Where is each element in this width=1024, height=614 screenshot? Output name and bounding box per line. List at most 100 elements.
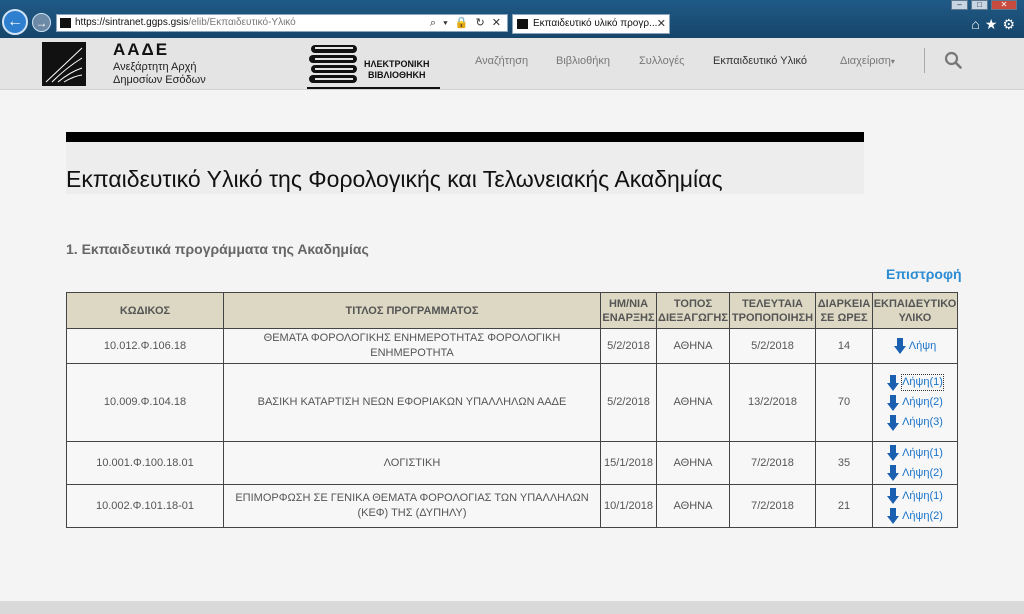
url-path: /elib/Εκπαιδευτικό-Υλικό: [188, 17, 296, 28]
programs-table: ΚΩΔΙΚΟΣ ΤΙΤΛΟΣ ΠΡΟΓΡΑΜΜΑΤΟΣ ΗΜ/ΝΙΑ ΕΝΑΡΞΗΣ Τ…: [66, 292, 958, 528]
cell-code: 10.012.Φ.106.18: [66, 328, 224, 364]
table-row: 10.002.Φ.101.18-01 ΕΠΙΜΟΡΦΩΣΗ ΣΕ ΓΕΝΙΚΑ Θ…: [66, 484, 958, 528]
nav-educational-material[interactable]: Εκπαιδευτικό Υλικό: [713, 55, 807, 67]
home-icon[interactable]: ⌂: [971, 16, 984, 32]
table-row: 10.001.Φ.100.18.01 ΛΟΓΙΣΤΙΚΗ 15/1/2018 ΑΘΗΝ…: [66, 441, 958, 485]
org-name: ΑΑΔΕ: [113, 40, 170, 59]
url-host: https://sintranet.ggps.gsis: [75, 17, 189, 28]
download-link[interactable]: Λήψη(2): [873, 506, 957, 526]
nav-library[interactable]: Βιβλιοθήκη: [556, 55, 610, 67]
cell-downloads: Λήψη(1) Λήψη(2): [872, 484, 958, 528]
download-link[interactable]: Λήψη(1): [873, 486, 957, 506]
table-row: 10.012.Φ.106.18 ΘΕΜΑΤΑ ΦΟΡΟΛΟΓΙΚΗΣ ΕΝΗΜΕΡ…: [66, 328, 958, 364]
download-link[interactable]: Λήψη(3): [873, 413, 957, 433]
table-row: 10.009.Φ.104.18 ΒΑΣΙΚΗ ΚΑΤΑΡΤΙΣΗ ΝΕΩΝ ΕΦΟ…: [66, 363, 958, 442]
download-arrow-icon: [887, 465, 900, 481]
maximize-icon[interactable]: □: [971, 0, 988, 10]
download-label: Λήψη: [908, 339, 937, 352]
minimize-icon[interactable]: –: [951, 0, 968, 10]
browser-chrome: ← → https://sintranet.ggps.gsis/elib/Εκπ…: [0, 0, 1024, 38]
title-line: (ΚΕΦ) ΤΗΣ (ΔΥΠΗΛΥ): [357, 507, 467, 519]
column-header-line: ΣΕ ΩΡΕΣ: [820, 311, 868, 324]
download-label: Λήψη(2): [902, 509, 943, 522]
cell-last-modified: 13/2/2018: [729, 363, 816, 442]
browser-tab[interactable]: Εκπαιδευτικό υλικό προγρ... ✕: [512, 14, 670, 34]
cell-code: 10.002.Φ.101.18-01: [66, 484, 224, 528]
download-arrow-icon: [887, 488, 900, 504]
cell-title: ΒΑΣΙΚΗ ΚΑΤΑΡΤΙΣΗ ΝΕΩΝ ΕΦΟΡΙΑΚΩΝ ΥΠΑΛΛΗΛΩ…: [223, 363, 601, 442]
library-logo[interactable]: ΗΛΕΚΤΡΟΝΙΚΗ ΒΙΒΛΙΟΘΗΚΗ: [307, 41, 442, 89]
cell-start-date: 5/2/2018: [600, 328, 657, 364]
title-line: ΛΟΓΙΣΤΙΚΗ: [383, 456, 441, 469]
cell-place: ΑΘΗΝΑ: [656, 484, 730, 528]
org-subtitle: Ανεξάρτητη Αρχή Δημοσίων Εσόδων: [113, 61, 206, 87]
cell-downloads: Λήψη(1) Λήψη(2) Λήψη(3): [872, 363, 958, 442]
column-header: ΤΙΤΛΟΣ ΠΡΟΓΡΑΜΜΑΤΟΣ: [223, 292, 601, 329]
column-header-line: ΕΝΑΡΞΗΣ: [602, 311, 655, 324]
books-icon: [309, 45, 357, 83]
cell-last-modified: 5/2/2018: [729, 328, 816, 364]
nav-search[interactable]: Αναζήτηση: [475, 55, 528, 67]
browser-toolbar-icons: ⌂★⚙: [971, 16, 1020, 33]
cell-hours: 35: [815, 441, 873, 485]
nav-administration[interactable]: Διαχείριση▾: [840, 55, 895, 67]
page-title: Εκπαιδευτικό Υλικό της Φορολογικής και Τ…: [66, 166, 723, 192]
star-icon[interactable]: ★: [985, 16, 1003, 32]
download-link[interactable]: Λήψη(2): [873, 393, 957, 413]
cell-hours: 21: [815, 484, 873, 528]
library-logo-underline: [307, 87, 440, 89]
cell-downloads: Λήψη: [872, 328, 958, 364]
title-line: ΒΑΣΙΚΗ ΚΑΤΑΡΤΙΣΗ ΝΕΩΝ ΕΦΟΡΙΑΚΩΝ ΥΠΑΛΛΗΛΩ…: [257, 396, 567, 408]
download-label: Λήψη(1): [902, 489, 943, 502]
column-header-line: ΤΕΛΕΥΤΑΙΑ: [742, 297, 803, 310]
download-label: Λήψη(3): [902, 416, 943, 428]
tab-title: Εκπαιδευτικό υλικό προγρ...: [533, 18, 658, 29]
column-header-line: ΤΟΠΟΣ: [673, 297, 713, 310]
cell-place: ΑΘΗΝΑ: [656, 441, 730, 485]
aade-logo-icon[interactable]: [42, 42, 86, 86]
cell-title: ΘΕΜΑΤΑ ΦΟΡΟΛΟΓΙΚΗΣ ΕΝΗΜΕΡΟΤΗΤΑΣ ΦΟΡΟΛΟΓΙ…: [223, 328, 601, 364]
download-arrow-icon: [887, 508, 900, 524]
column-header-line: ΤΙΤΛΟΣ ΠΡΟΓΡΑΜΜΑΤΟΣ: [345, 304, 479, 317]
nav-collections[interactable]: Συλλογές: [639, 55, 684, 67]
cell-place: ΑΘΗΝΑ: [656, 328, 730, 364]
library-logo-line: ΗΛΕΚΤΡΟΝΙΚΗ: [364, 59, 430, 69]
download-link[interactable]: Λήψη(1): [873, 373, 957, 393]
download-link[interactable]: Λήψη(1): [873, 443, 957, 463]
download-arrow-icon: [893, 338, 906, 354]
download-label: Λήψη(2): [902, 396, 943, 408]
nav-administration-label: Διαχείριση: [840, 55, 891, 67]
page-bottom-bar: [0, 601, 1024, 614]
download-arrow-icon: [887, 374, 900, 391]
cell-title: ΛΟΓΙΣΤΙΚΗ: [223, 441, 601, 485]
download-label: Λήψη(1): [901, 374, 944, 391]
download-arrow-icon: [887, 394, 900, 411]
download-label: Λήψη(2): [902, 466, 943, 479]
address-bar[interactable]: https://sintranet.ggps.gsis/elib/Εκπαιδε…: [56, 14, 508, 32]
back-link[interactable]: Επιστροφή: [886, 266, 962, 282]
table-header-row: ΚΩΔΙΚΟΣ ΤΙΤΛΟΣ ΠΡΟΓΡΑΜΜΑΤΟΣ ΗΜ/ΝΙΑ ΕΝΑΡΞΗΣ Τ…: [66, 292, 958, 329]
table-body: 10.012.Φ.106.18 ΘΕΜΑΤΑ ΦΟΡΟΛΟΓΙΚΗΣ ΕΝΗΜΕΡ…: [66, 328, 958, 528]
download-link[interactable]: Λήψη(2): [873, 463, 957, 483]
address-tools-icons[interactable]: ⌕ ▾ 🔒 ↻ ✕: [430, 15, 503, 31]
cell-title: ΕΠΙΜΟΡΦΩΣΗ ΣΕ ΓΕΝΙΚΑ ΘΕΜΑΤΑ ΦΟΡΟΛΟΓΙΑΣ Τ…: [223, 484, 601, 528]
tab-close-icon[interactable]: ✕: [657, 15, 666, 33]
back-arrow-icon[interactable]: ←: [2, 9, 28, 35]
cell-code: 10.009.Φ.104.18: [66, 363, 224, 442]
column-header: ΗΜ/ΝΙΑ ΕΝΑΡΞΗΣ: [600, 292, 657, 329]
forward-arrow-icon[interactable]: →: [32, 13, 51, 32]
column-header-line: ΚΩΔΙΚΟΣ: [119, 304, 171, 317]
library-logo-line: ΒΙΒΛΙΟΘΗΚΗ: [368, 70, 426, 80]
gear-icon[interactable]: ⚙: [1002, 16, 1020, 32]
download-link[interactable]: Λήψη: [873, 336, 957, 356]
column-header-line: ΤΡΟΠΟΠΟΙΗΣΗ: [731, 311, 814, 324]
tab-favicon: [517, 19, 528, 29]
org-subtitle-line: Δημοσίων Εσόδων: [113, 74, 206, 86]
search-icon[interactable]: [944, 51, 962, 69]
cell-place: ΑΘΗΝΑ: [656, 363, 730, 442]
site-favicon: [60, 18, 71, 28]
column-header: ΔΙΑΡΚΕΙΑ ΣΕ ΩΡΕΣ: [815, 292, 873, 329]
section-title: 1. Εκπαιδευτικά προγράμματα της Ακαδημία…: [66, 241, 369, 257]
column-header: ΚΩΔΙΚΟΣ: [66, 292, 224, 329]
window-close-icon[interactable]: ✕: [991, 0, 1017, 10]
